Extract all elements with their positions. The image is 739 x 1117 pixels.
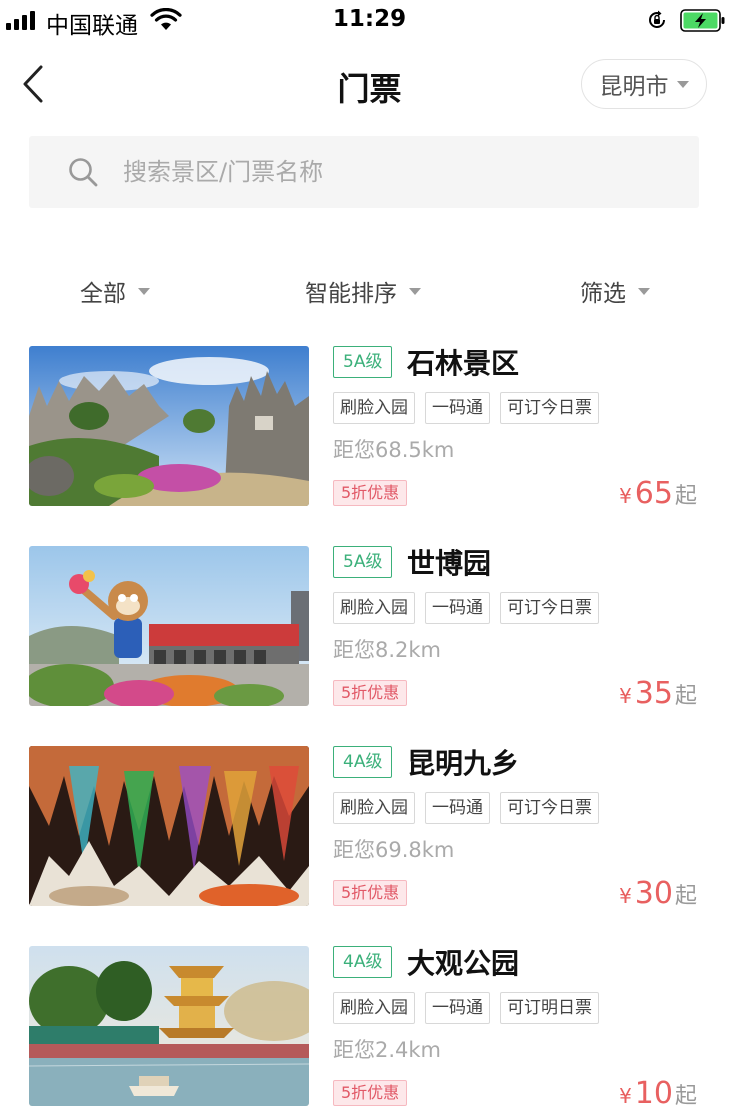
tag: 一码通 — [425, 992, 490, 1024]
attraction-name: 石林景区 — [407, 347, 520, 380]
filter-sort[interactable]: 智能排序 — [305, 274, 421, 308]
tag: 可订今日票 — [500, 592, 599, 624]
scenic-photo — [29, 346, 309, 506]
attraction-name: 昆明九乡 — [407, 747, 520, 780]
tag: 刷脸入园 — [333, 992, 415, 1024]
list-item[interactable]: 4A级 大观公园 刷脸入园 一码通 可订明日票 距您2.4km 5折优惠 ¥ 1… — [29, 946, 699, 1111]
currency-symbol: ¥ — [619, 1084, 632, 1108]
city-label: 昆明市 — [599, 74, 669, 100]
price: ¥ 65 起 — [619, 476, 697, 511]
scenic-photo — [29, 946, 309, 1106]
price-suffix: 起 — [674, 884, 697, 909]
list-item[interactable]: 4A级 昆明九乡 刷脸入园 一码通 可订今日票 距您69.8km 5折优惠 ¥ … — [29, 746, 699, 911]
tag: 可订今日票 — [500, 392, 599, 424]
currency-symbol: ¥ — [619, 884, 632, 908]
nav-bar: 门票 昆明市 — [0, 46, 739, 122]
grade-badge: 5A级 — [333, 346, 393, 378]
tag-list: 刷脸入园 一码通 可订明日票 — [333, 992, 599, 1024]
filter-screen-label: 筛选 — [580, 281, 626, 307]
tag-list: 刷脸入园 一码通 可订今日票 — [333, 392, 599, 424]
orientation-lock-icon — [649, 10, 665, 28]
price: ¥ 35 起 — [619, 676, 697, 711]
filter-all[interactable]: 全部 — [80, 274, 150, 308]
tag: 可订明日票 — [500, 992, 599, 1024]
promo-badge: 5折优惠 — [333, 480, 408, 506]
chevron-down-icon — [138, 287, 150, 295]
chevron-down-icon — [638, 287, 650, 295]
search-icon — [69, 158, 98, 187]
search-input[interactable] — [123, 136, 683, 208]
price-amount: 10 — [634, 1076, 673, 1111]
filter-screen[interactable]: 筛选 — [580, 274, 650, 308]
distance: 距您69.8km — [333, 838, 455, 862]
distance: 距您68.5km — [333, 438, 455, 462]
price-suffix: 起 — [674, 684, 697, 709]
search-box[interactable] — [29, 136, 699, 208]
back-button[interactable] — [14, 60, 54, 108]
distance: 距您8.2km — [333, 638, 442, 662]
attraction-name: 世博园 — [407, 547, 492, 580]
price: ¥ 30 起 — [619, 876, 697, 911]
tag-list: 刷脸入园 一码通 可订今日票 — [333, 792, 599, 824]
grade-badge: 4A级 — [333, 746, 393, 778]
filter-sort-label: 智能排序 — [305, 281, 397, 307]
tag: 一码通 — [425, 592, 490, 624]
chevron-down-icon — [676, 80, 689, 88]
list-item[interactable]: 5A级 世博园 刷脸入园 一码通 可订今日票 距您8.2km 5折优惠 ¥ 35… — [29, 546, 699, 711]
scenic-photo — [29, 746, 309, 906]
price-amount: 35 — [634, 676, 673, 711]
tag: 刷脸入园 — [333, 792, 415, 824]
tag: 一码通 — [425, 792, 490, 824]
tag: 一码通 — [425, 392, 490, 424]
promo-badge: 5折优惠 — [333, 880, 408, 906]
scenic-photo — [29, 546, 309, 706]
promo-badge: 5折优惠 — [333, 1080, 408, 1106]
grade-badge: 4A级 — [333, 946, 393, 978]
tag: 刷脸入园 — [333, 392, 415, 424]
tag-list: 刷脸入园 一码通 可订今日票 — [333, 592, 599, 624]
price-suffix: 起 — [674, 1084, 697, 1109]
clock: 11:29 — [332, 6, 407, 32]
chevron-down-icon — [409, 287, 421, 295]
list-item[interactable]: 5A级 石林景区 刷脸入园 一码通 可订今日票 距您68.5km 5折优惠 ¥ … — [29, 346, 699, 511]
promo-badge: 5折优惠 — [333, 680, 408, 706]
tag: 刷脸入园 — [333, 592, 415, 624]
city-selector[interactable]: 昆明市 — [581, 59, 707, 109]
currency-symbol: ¥ — [619, 484, 632, 508]
status-bar: 中国联通 11:29 — [0, 0, 739, 42]
distance: 距您2.4km — [333, 1038, 442, 1062]
battery-charging-icon — [680, 9, 725, 32]
currency-symbol: ¥ — [619, 684, 632, 708]
attraction-name: 大观公园 — [407, 947, 520, 980]
filter-all-label: 全部 — [80, 281, 126, 307]
price-suffix: 起 — [674, 484, 697, 509]
price-amount: 30 — [634, 876, 673, 911]
price: ¥ 10 起 — [619, 1076, 697, 1111]
price-amount: 65 — [634, 476, 673, 511]
tag: 可订今日票 — [500, 792, 599, 824]
filter-bar: 全部 智能排序 筛选 — [0, 262, 739, 318]
back-icon — [23, 65, 43, 103]
grade-badge: 5A级 — [333, 546, 393, 578]
